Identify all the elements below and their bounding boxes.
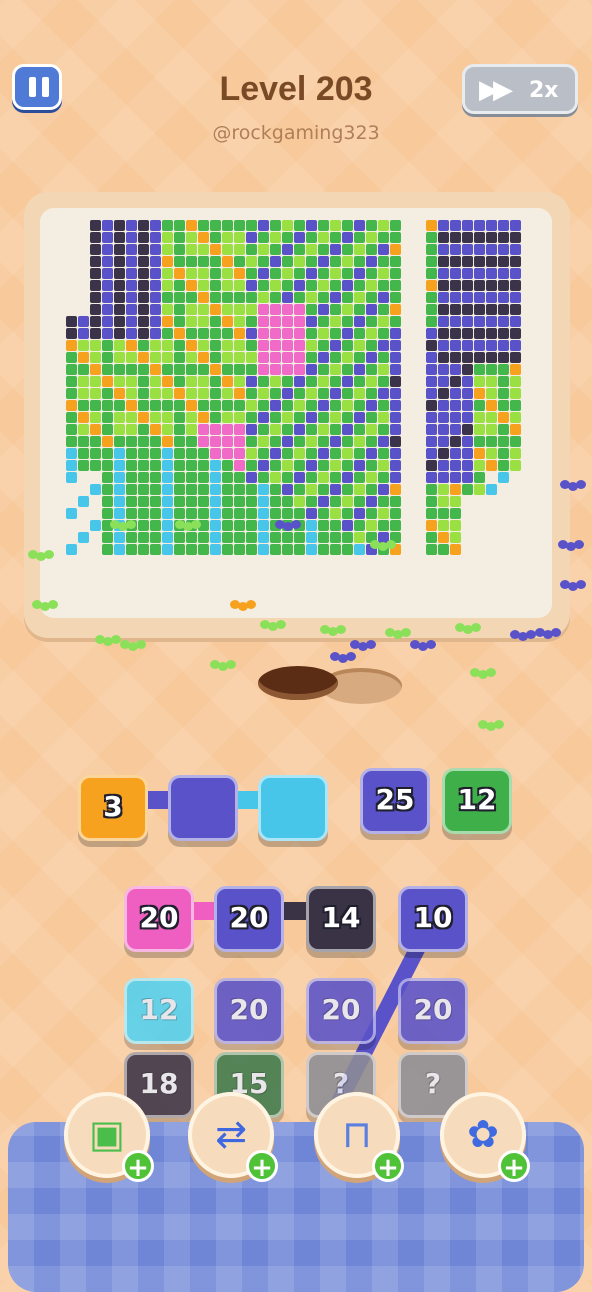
add-slot-booster-button[interactable]: ▣ + [64, 1092, 154, 1183]
swap-booster-button[interactable]: ⇄ + [188, 1092, 278, 1183]
cell-count: 20 [413, 993, 453, 1026]
plus-icon: + [372, 1150, 404, 1183]
cell-count: 18 [139, 1067, 179, 1100]
plus-icon: + [122, 1150, 154, 1183]
pallet-cell[interactable]: 20 [124, 886, 194, 952]
hidden-count: ? [424, 1067, 442, 1100]
pallet-cell: 20 [214, 978, 284, 1044]
plus-icon: + [246, 1150, 278, 1183]
cell-count: 20 [229, 993, 269, 1026]
cell-count: 20 [139, 901, 179, 934]
pallet-cell: 20 [398, 978, 468, 1044]
cell-count: 20 [321, 993, 361, 1026]
cell-count: 14 [321, 901, 361, 934]
grid-link-diagonal [332, 912, 440, 1108]
cell-count: 10 [413, 901, 453, 934]
plus-icon: + [498, 1150, 530, 1183]
pallet-cell[interactable]: 10 [398, 886, 468, 952]
pick-booster-button[interactable]: ⊓ + [314, 1092, 404, 1183]
cell-count: 20 [229, 901, 269, 934]
pallet-cell: 20 [306, 978, 376, 1044]
pallet-cell: 12 [124, 978, 194, 1044]
pallet-cell[interactable]: 20 [214, 886, 284, 952]
pallet-cell[interactable]: 14 [306, 886, 376, 952]
shuffle-booster-button[interactable]: ✿ + [440, 1092, 530, 1183]
cell-count: 12 [139, 993, 179, 1026]
